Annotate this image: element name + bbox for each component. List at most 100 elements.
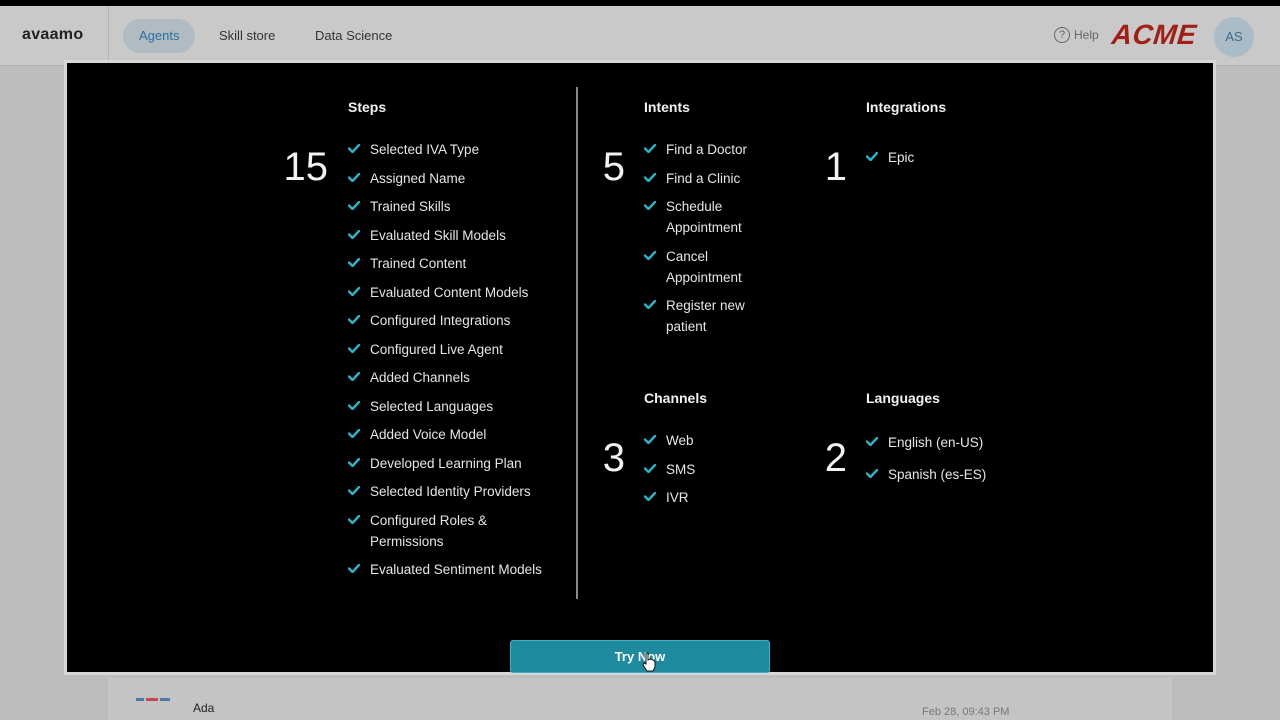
avaamo-logo[interactable]: avaamo — [22, 26, 83, 44]
steps-count: 15 — [283, 145, 329, 189]
checklist-item: Web — [644, 430, 794, 451]
checklist-item-label: Evaluated Content Models — [370, 284, 529, 300]
check-icon — [348, 372, 360, 381]
checklist-item: Evaluated Content Models — [348, 282, 548, 303]
checklist-item: Register new patient — [644, 295, 769, 337]
check-icon — [348, 172, 360, 182]
checklist-item-label: Selected Languages — [370, 398, 494, 414]
check-icon — [866, 469, 878, 478]
nav-tab-data-science[interactable]: Data Science — [299, 19, 408, 53]
check-icon — [348, 514, 360, 524]
checklist-item-label: Evaluated Skill Models — [370, 227, 506, 243]
check-icon — [348, 144, 360, 153]
checklist-item: English (en-US) — [866, 432, 1066, 453]
languages-count: 2 — [824, 436, 847, 480]
checklist-item: Selected IVA Type — [348, 139, 548, 160]
check-icon — [644, 492, 656, 501]
checklist-item-label: Added Voice Model — [370, 427, 487, 442]
help-label: Help — [1074, 28, 1099, 42]
checklist-item-label: Trained Skills — [370, 199, 451, 214]
check-icon — [348, 315, 360, 324]
checklist-item-label: Added Channels — [370, 370, 470, 385]
languages-title: Languages — [866, 390, 940, 406]
check-icon — [348, 201, 360, 210]
checklist-item: Trained Content — [348, 253, 548, 274]
check-icon — [644, 172, 656, 182]
intents-list: Find a Doctor Find a Clinic Schedule Appoi… — [644, 139, 769, 345]
check-icon — [348, 343, 360, 353]
checklist-item-label: Developed Learning Plan — [370, 455, 522, 471]
help-link[interactable]: ? Help — [1054, 27, 1099, 43]
steps-title: Steps — [348, 99, 387, 115]
try-now-button[interactable]: Try Now — [510, 640, 770, 673]
integrations-title: Integrations — [866, 99, 947, 115]
checklist-item-label: Evaluated Sentiment Models — [370, 562, 542, 577]
check-icon — [866, 437, 878, 446]
checklist-item-label: Trained Content — [370, 256, 467, 271]
steps-list: Selected IVA Type Assigned Name Trained Sk… — [348, 139, 548, 588]
acme-brand-logo: ACME — [1110, 19, 1199, 50]
checklist-item-label: Find a Clinic — [666, 170, 741, 186]
checklist-item: Find a Clinic — [644, 168, 769, 189]
checklist-item: Trained Skills — [348, 196, 548, 217]
checklist-item: Schedule Appointment — [644, 196, 769, 238]
check-icon — [644, 201, 656, 210]
checklist-item-label: Cancel Appointment — [666, 248, 742, 285]
check-icon — [348, 286, 360, 296]
integrations-count: 1 — [824, 145, 847, 189]
checklist-item: Added Channels — [348, 367, 548, 388]
help-circle-icon: ? — [1054, 27, 1070, 43]
checklist-item-label: Configured Roles & Permissions — [370, 512, 488, 549]
checklist-item: Evaluated Sentiment Models — [348, 559, 548, 580]
checklist-item: Find a Doctor — [644, 139, 769, 160]
checklist-item-label: Configured Integrations — [370, 313, 511, 328]
check-icon — [348, 564, 360, 573]
checklist-item: SMS — [644, 459, 794, 480]
checklist-item: Selected Languages — [348, 396, 548, 417]
checklist-item: Cancel Appointment — [644, 246, 769, 288]
user-avatar[interactable]: AS — [1214, 17, 1254, 57]
nav-tab-agents[interactable]: Agents — [123, 19, 196, 53]
checklist-item-label: Spanish (es-ES) — [888, 467, 987, 482]
checklist-item: Added Voice Model — [348, 424, 548, 445]
agent-row-date: Feb 28, 09:43 PM — [922, 706, 1010, 718]
checklist-item-label: Epic — [888, 150, 915, 165]
checklist-item-label: Find a Doctor — [666, 142, 748, 157]
checklist-item: Configured Live Agent — [348, 339, 548, 360]
check-icon — [644, 463, 656, 473]
logo-divider — [108, 6, 109, 66]
agent-row-name[interactable]: Ada — [193, 701, 214, 715]
check-icon — [866, 152, 878, 161]
checklist-item-label: Selected Identity Providers — [370, 484, 531, 499]
agent-list-row-background — [108, 678, 1172, 720]
checklist-item: IVR — [644, 487, 794, 508]
check-icon — [644, 144, 656, 153]
checklist-item-label: Schedule Appointment — [666, 199, 742, 235]
checklist-item: Epic — [866, 147, 1066, 168]
check-icon — [348, 486, 360, 495]
check-icon — [644, 250, 656, 260]
check-icon — [348, 400, 360, 410]
integrations-list: Epic — [866, 147, 1066, 176]
checklist-item-label: SMS — [666, 461, 696, 477]
checklist-item-label: IVR — [666, 490, 689, 505]
check-icon — [644, 300, 656, 309]
checklist-item: Configured Roles & Permissions — [348, 510, 548, 552]
checklist-item-label: Configured Live Agent — [370, 341, 503, 357]
hand-pointer-icon — [642, 652, 656, 672]
intents-count: 5 — [602, 145, 625, 189]
checklist-item: Evaluated Skill Models — [348, 225, 548, 246]
checklist-item: Configured Integrations — [348, 310, 548, 331]
intents-title: Intents — [644, 99, 690, 115]
check-icon — [644, 435, 656, 444]
check-icon — [348, 258, 360, 267]
column-divider — [576, 87, 578, 599]
checklist-item: Developed Learning Plan — [348, 453, 548, 474]
nav-tab-skill-store[interactable]: Skill store — [203, 19, 291, 53]
check-icon — [348, 457, 360, 467]
agent-row-icon — [136, 698, 172, 712]
top-navigation-bar: avaamo Agents Skill store Data Science ?… — [0, 6, 1280, 66]
languages-list: English (en-US) Spanish (es-ES) — [866, 432, 1066, 496]
channels-title: Channels — [644, 390, 708, 406]
checklist-item-label: Web — [666, 433, 694, 448]
